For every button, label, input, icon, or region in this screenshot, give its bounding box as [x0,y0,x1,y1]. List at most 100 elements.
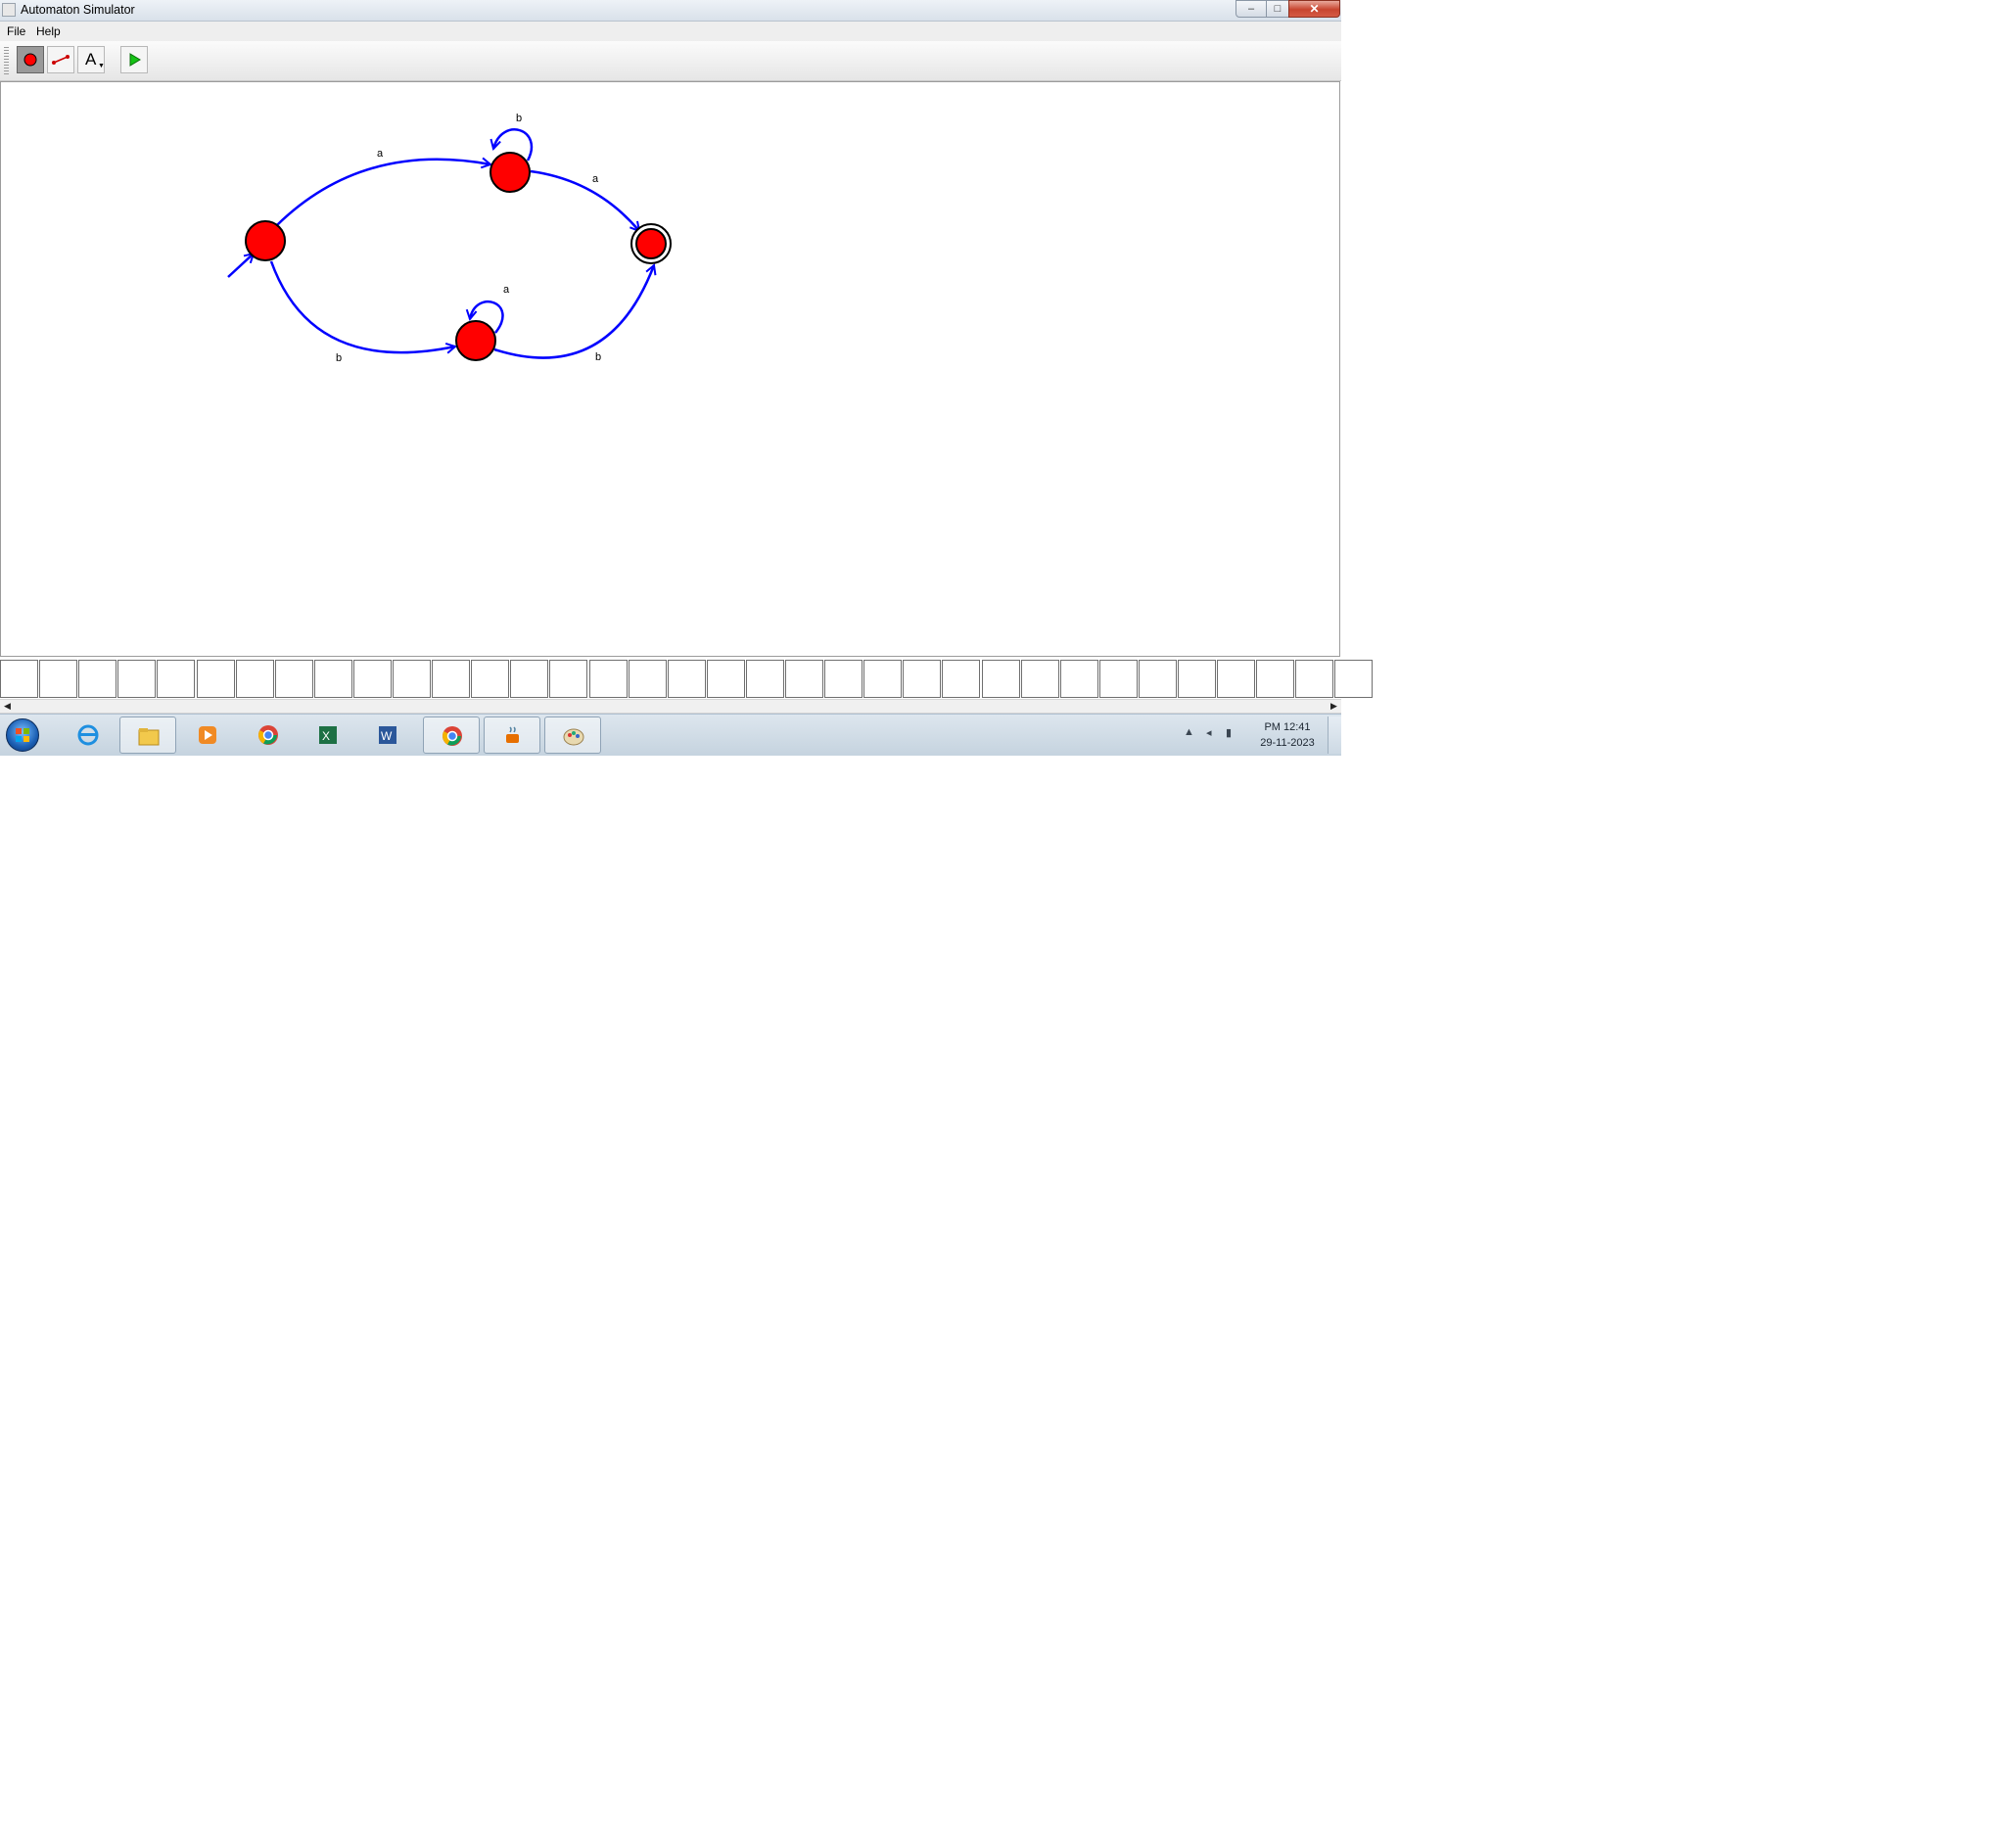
state-q1[interactable] [490,152,531,193]
tape-cell[interactable] [706,660,745,698]
start-button[interactable] [6,718,39,752]
tape-cell[interactable] [667,660,706,698]
tape-cell[interactable] [1059,660,1098,698]
tape-cell[interactable] [432,660,471,698]
red-circle-icon [23,53,37,67]
transition-tool-button[interactable] [47,46,74,73]
run-button[interactable] [120,46,148,73]
menu-bar: File Help [0,22,1341,41]
java-app-icon [2,3,16,17]
word-icon: W [379,726,396,744]
tape-cell[interactable] [1256,660,1295,698]
automaton-canvas[interactable]: a b a b a b [0,81,1340,657]
svg-text:X: X [322,729,330,743]
taskbar-app-internet-explorer[interactable] [60,716,117,754]
tape-cell[interactable] [824,660,863,698]
taskbar: X W ▲ ◂ ▮ PM 12:41 29-11-2023 [0,714,1341,756]
close-button[interactable]: ✕ [1288,0,1340,18]
taskbar-app-excel[interactable]: X [300,716,356,754]
tape-cell[interactable] [745,660,784,698]
battery-icon[interactable]: ▮ [1226,726,1232,739]
taskbar-app-chrome-profile[interactable] [423,716,480,754]
taskbar-app-word[interactable]: W [359,716,416,754]
text-A-icon: A [85,50,97,69]
tape-cell[interactable] [785,660,823,698]
minimize-button[interactable]: – [1236,0,1267,18]
tape-cell[interactable] [1020,660,1059,698]
tape-cell[interactable] [1334,660,1374,698]
transition-q0-q1[interactable] [276,160,490,226]
transition-q0-q2[interactable] [269,260,455,352]
taskbar-app-media-player[interactable] [179,716,236,754]
label-tool-button[interactable]: A ▼ [77,46,105,73]
transition-label: b [336,352,342,364]
tape-cell[interactable] [549,660,588,698]
excel-icon: X [319,726,337,744]
taskbar-app-chrome[interactable] [240,716,297,754]
svg-text:W: W [381,729,393,743]
tape-cell[interactable] [78,660,117,698]
close-icon: ✕ [1309,2,1320,16]
tape-cell[interactable] [157,660,196,698]
tape-cell[interactable] [1295,660,1334,698]
maximize-button[interactable]: □ [1266,0,1289,18]
tape-cell[interactable] [981,660,1020,698]
tape-cell[interactable] [628,660,667,698]
show-desktop-button[interactable] [1328,716,1341,754]
dropdown-arrow-icon: ▼ [98,63,105,69]
chrome-icon [258,725,278,745]
window-title: Automaton Simulator [21,3,135,17]
taskbar-app-java[interactable] [484,716,540,754]
menu-help[interactable]: Help [36,24,61,38]
tape-cell[interactable] [352,660,392,698]
transition-q2-q3[interactable] [493,265,654,359]
tape-cell[interactable] [471,660,510,698]
chrome-icon [443,726,462,746]
clock-date[interactable]: 29-11-2023 [1253,737,1322,749]
horizontal-scrollbar[interactable]: ◀ ▶ [0,699,1341,714]
tape-cell[interactable] [510,660,549,698]
tape-cell[interactable] [1178,660,1216,698]
transition-q1-q3[interactable] [530,169,639,231]
state-q0[interactable] [245,220,286,261]
menu-file[interactable]: File [7,24,25,38]
transition-label: a [377,148,384,160]
transition-label: b [595,351,601,363]
state-tool-button[interactable] [17,46,44,73]
tape-cell[interactable] [1217,660,1256,698]
green-play-icon [129,53,141,67]
tape-cell[interactable] [1098,660,1138,698]
transition-label: a [592,173,599,185]
tape-cell[interactable] [274,660,313,698]
title-bar[interactable]: Automaton Simulator – □ ✕ [0,0,1341,22]
tape-cell[interactable] [588,660,628,698]
tape-cell[interactable] [942,660,981,698]
tape-cell[interactable] [0,660,38,698]
tape-cell[interactable] [393,660,431,698]
initial-arrow [227,254,254,278]
tape-cell[interactable] [1138,660,1177,698]
taskbar-app-paint[interactable] [544,716,601,754]
tape-cell[interactable] [863,660,903,698]
transition-label: b [516,113,522,124]
input-tape [0,660,1374,699]
show-hidden-icons-icon[interactable]: ▲ [1184,726,1194,738]
scroll-left-icon[interactable]: ◀ [0,700,15,713]
taskbar-app-file-explorer[interactable] [119,716,176,754]
tape-cell[interactable] [117,660,157,698]
tape-cell[interactable] [903,660,942,698]
toolbar-grip[interactable] [4,47,9,74]
tape-cell[interactable] [235,660,274,698]
state-q3[interactable] [635,228,667,259]
automaton-diagram: a b a b a b [227,113,672,364]
clock-time[interactable]: PM 12:41 [1253,721,1322,733]
tape-cell[interactable] [39,660,78,698]
transition-label: a [503,284,510,296]
volume-icon[interactable]: ◂ [1206,726,1212,739]
tape-cell[interactable] [196,660,235,698]
tape-cell[interactable] [313,660,352,698]
maximize-icon: □ [1274,3,1282,15]
state-q2[interactable] [455,320,496,361]
scroll-right-icon[interactable]: ▶ [1327,700,1341,713]
edge-icon [52,55,70,65]
